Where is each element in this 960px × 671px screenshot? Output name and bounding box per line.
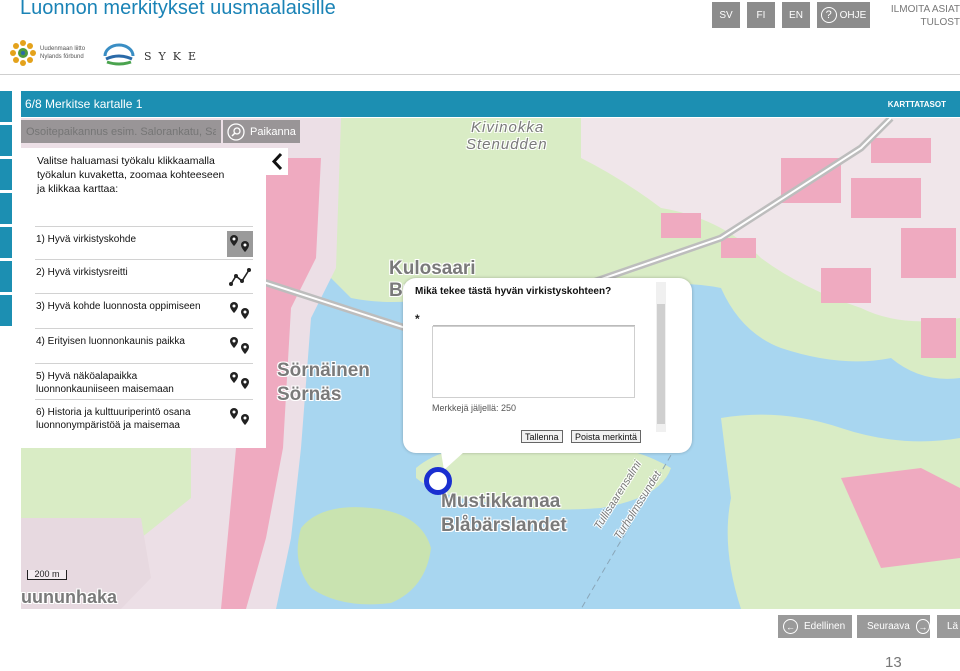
chevron-left-icon bbox=[271, 152, 283, 171]
address-search-input[interactable] bbox=[21, 120, 221, 143]
tool-item-label: 4) Erityisen luonnonkaunis paikka bbox=[36, 336, 185, 347]
save-button[interactable]: Tallenna bbox=[521, 430, 563, 443]
map-label-blabarslandet: Blåbärslandet bbox=[441, 515, 567, 536]
tool-item[interactable]: 6) Historia ja kulttuuriperintö osana lu… bbox=[35, 399, 253, 446]
locate-button-label: Paikanna bbox=[250, 125, 296, 138]
map-scale-bar: 200 m bbox=[27, 570, 67, 580]
language-en-button[interactable]: EN bbox=[782, 2, 810, 28]
step-title: 6/8 Merkitse kartalle 1 bbox=[25, 97, 143, 111]
previous-button[interactable]: ← Edellinen bbox=[778, 615, 852, 638]
arrow-left-icon: ← bbox=[783, 619, 798, 634]
send-button[interactable]: Lä bbox=[937, 615, 960, 638]
popup-tail bbox=[441, 452, 464, 470]
side-tab[interactable] bbox=[0, 125, 12, 156]
step-bar: 6/8 Merkitse kartalle 1 KARTTATASOT bbox=[21, 91, 960, 117]
next-button-label: Seuraava bbox=[867, 621, 910, 632]
uusimaa-logo: Uudenmaan liitto Nylands förbund bbox=[8, 38, 85, 68]
tool-item[interactable]: 1) Hyvä virkistyskohde bbox=[35, 226, 253, 259]
comment-popup: Mikä tekee tästä hyvän virkistyskohteen?… bbox=[403, 278, 692, 453]
uusimaa-name-fi: Uudenmaan liitto bbox=[40, 46, 86, 52]
locate-button[interactable]: Paikanna bbox=[223, 120, 300, 143]
top-right-links: ILMOITA ASIAT TULOST bbox=[891, 3, 960, 29]
side-tab[interactable] bbox=[0, 227, 12, 258]
tool-item-label: 6) Historia ja kulttuuriperintö osana lu… bbox=[36, 407, 191, 431]
side-tabs bbox=[0, 91, 12, 329]
syke-logo: SYKE bbox=[102, 43, 203, 69]
uusimaa-flower-icon bbox=[10, 40, 36, 66]
collapse-panel-button[interactable] bbox=[266, 148, 288, 175]
point-marker-icon[interactable] bbox=[227, 333, 253, 359]
placed-marker-icon[interactable] bbox=[424, 467, 452, 495]
point-marker-icon[interactable] bbox=[227, 231, 253, 257]
map-canvas[interactable]: Kivinokka Stenudden Kulosaari Br Sörnäin… bbox=[21, 118, 960, 609]
arrow-right-icon: → bbox=[915, 619, 930, 634]
tool-panel: Valitse haluamasi työkalu klikkaamalla t… bbox=[21, 148, 266, 448]
map-label-kruununhaka: uununhaka bbox=[21, 587, 118, 607]
help-label: OHJE bbox=[839, 9, 867, 21]
side-tab[interactable] bbox=[0, 193, 12, 224]
map-label-sornas: Sörnäs bbox=[277, 384, 342, 405]
tool-item[interactable]: 5) Hyvä näköalapaikka luonnonkauniiseen … bbox=[35, 363, 253, 398]
point-marker-icon[interactable] bbox=[227, 298, 253, 324]
report-link[interactable]: ILMOITA ASIAT bbox=[891, 3, 960, 16]
previous-button-label: Edellinen bbox=[804, 621, 846, 632]
tool-item-label: 3) Hyvä kohde luonnosta oppimiseen bbox=[36, 301, 201, 312]
tool-item-label: 5) Hyvä näköalapaikka luonnonkauniiseen … bbox=[36, 371, 174, 395]
map-label-kivinokka: Kivinokka bbox=[471, 119, 545, 136]
tool-item[interactable]: 4) Erityisen luonnonkaunis paikka bbox=[35, 328, 253, 363]
syke-wordmark: SYKE bbox=[144, 49, 204, 63]
print-link[interactable]: TULOST bbox=[891, 16, 960, 29]
question-mark-icon: ? bbox=[820, 7, 837, 23]
delete-marking-button[interactable]: Poista merkintä bbox=[571, 430, 642, 443]
side-tab[interactable] bbox=[0, 159, 12, 190]
map-label-mustikkamaa: Mustikkamaa bbox=[441, 491, 561, 512]
side-tab[interactable] bbox=[0, 261, 12, 292]
header-divider bbox=[0, 74, 960, 75]
tool-instructions: Valitse haluamasi työkalu klikkaamalla t… bbox=[37, 155, 225, 195]
send-button-label: Lä bbox=[947, 621, 959, 632]
map-label-stenudden: Stenudden bbox=[466, 136, 548, 153]
answer-textarea[interactable] bbox=[432, 326, 635, 398]
popup-scrollbar[interactable] bbox=[656, 282, 666, 432]
language-sv-button[interactable]: SV bbox=[712, 2, 740, 28]
app-title: Luonnon merkitykset uusmaalaisille bbox=[20, 0, 336, 19]
tool-item-label: 1) Hyvä virkistyskohde bbox=[36, 234, 137, 245]
language-fi-button[interactable]: FI bbox=[747, 2, 775, 28]
uusimaa-name-sv: Nylands förbund bbox=[40, 54, 84, 60]
map-layers-button[interactable]: KARTTATASOT bbox=[888, 100, 946, 109]
tool-item[interactable]: 2) Hyvä virkistysreitti bbox=[35, 259, 253, 292]
characters-left: Merkkejä jäljellä: 250 bbox=[432, 403, 517, 413]
side-tab[interactable] bbox=[0, 295, 12, 326]
tool-item-label: 2) Hyvä virkistysreitti bbox=[36, 267, 128, 278]
point-marker-icon[interactable] bbox=[227, 368, 253, 394]
page-number: 13 bbox=[885, 654, 902, 671]
syke-emblem-icon bbox=[103, 43, 135, 66]
map-label-kulosaari: Kulosaari bbox=[389, 258, 476, 279]
tool-item[interactable]: 3) Hyvä kohde luonnosta oppimiseen bbox=[35, 293, 253, 328]
popup-question: Mikä tekee tästä hyvän virkistyskohteen? bbox=[415, 286, 612, 297]
search-icon bbox=[227, 122, 245, 141]
next-button[interactable]: Seuraava → bbox=[857, 615, 930, 638]
point-marker-icon[interactable] bbox=[227, 404, 253, 430]
map-label-sornainen: Sörnäinen bbox=[277, 360, 370, 381]
route-line-icon[interactable] bbox=[227, 264, 253, 290]
required-mark: * bbox=[415, 312, 420, 326]
help-button[interactable]: ? OHJE bbox=[817, 2, 870, 28]
side-tab[interactable] bbox=[0, 91, 12, 122]
popup-scrollbar-thumb[interactable] bbox=[657, 304, 665, 424]
